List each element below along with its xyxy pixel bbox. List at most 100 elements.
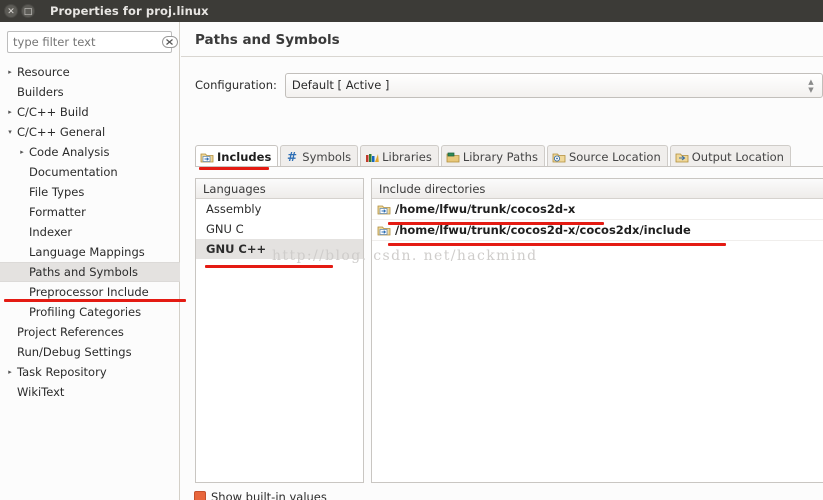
window-title: Properties for proj.linux [50, 4, 209, 18]
sidebar-item-label: Formatter [29, 205, 86, 219]
include-folder-icon [376, 202, 391, 217]
tab-underline [195, 166, 823, 167]
sidebar-item-label: Documentation [29, 165, 118, 179]
sidebar-item-code-analysis[interactable]: ▸ Code Analysis [0, 142, 180, 162]
sidebar-item-label: Project References [17, 325, 124, 339]
paths-symbols-tabs[interactable]: Includes # Symbols Libraries Library Paths So… [195, 144, 823, 167]
sidebar-item-language-mappings[interactable]: Language Mappings [0, 242, 180, 262]
tab-libraries[interactable]: Libraries [360, 145, 439, 167]
language-row[interactable]: GNU C++ [196, 239, 363, 259]
chevron-down-icon[interactable]: ▾ [4, 122, 16, 142]
tab-source-location[interactable]: Source Location [546, 145, 668, 167]
clear-icon[interactable] [161, 35, 179, 49]
sidebar-item-c-c-build[interactable]: ▸ C/C++ Build [0, 102, 180, 122]
tab-label: Source Location [568, 149, 661, 164]
maximize-icon[interactable]: □ [21, 4, 35, 18]
sidebar-item-label: WikiText [17, 385, 65, 399]
tab-label: Output Location [691, 149, 784, 164]
configuration-label: Configuration: [195, 78, 277, 92]
include-folder-icon [376, 223, 391, 238]
sidebar-item-label: Language Mappings [29, 245, 145, 259]
languages-table[interactable]: Languages Assembly GNU C GNU C++ [195, 178, 364, 483]
properties-dialog: ✕ □ Properties for proj.linux ▸ResourceB… [0, 0, 823, 500]
configuration-value: Default [ Active ] [291, 78, 390, 92]
include-directories-column-header: Include directories [372, 179, 823, 199]
includes-icon [200, 150, 214, 164]
sidebar-item-label: Task Repository [17, 365, 107, 379]
chevron-right-icon[interactable]: ▸ [4, 62, 16, 82]
language-label: GNU C++ [206, 242, 267, 256]
sidebar-item-label: Code Analysis [29, 145, 110, 159]
settings-sidebar: ▸ResourceBuilders▸C/C++ Build▾C/C++ Gene… [0, 22, 180, 500]
sidebar-item-label: Builders [17, 85, 64, 99]
languages-column-header: Languages [196, 179, 363, 199]
sidebar-item-file-types[interactable]: File Types [0, 182, 180, 202]
configuration-row: Configuration: Default [ Active ] ▲ ▼ [195, 72, 823, 98]
chevron-right-icon[interactable]: ▸ [4, 102, 16, 122]
sidebar-item-indexer[interactable]: Indexer [0, 222, 180, 242]
sidebar-item-project-references[interactable]: Project References [0, 322, 180, 342]
include-directories-table[interactable]: Include directories /home/lfwu/trunk/coc… [371, 178, 823, 483]
folder-output-icon [675, 150, 689, 164]
tab-output-location[interactable]: Output Location [669, 145, 791, 167]
show-builtin-values-checkbox[interactable]: Show built-in values [194, 490, 327, 500]
tab-label: Library Paths [462, 149, 538, 164]
language-label: Assembly [206, 202, 262, 216]
sidebar-item-label: Resource [17, 65, 70, 79]
chevron-up-icon[interactable]: ▲ [808, 78, 813, 86]
sidebar-item-paths-and-symbols[interactable]: Paths and Symbols [0, 262, 180, 282]
sidebar-item-task-repository[interactable]: ▸ Task Repository [0, 362, 180, 382]
include-directory-row[interactable]: /home/lfwu/trunk/cocos2d-x [372, 199, 823, 220]
sidebar-item-wikitext[interactable]: WikiText [0, 382, 180, 402]
chevron-right-icon[interactable]: ▸ [4, 362, 16, 382]
language-label: GNU C [206, 222, 244, 236]
sidebar-item-label: Run/Debug Settings [17, 345, 132, 359]
sidebar-item-label: C/C++ General [17, 125, 106, 139]
show-builtin-values-label: Show built-in values [211, 490, 327, 500]
tab-label: Includes [217, 149, 272, 164]
sidebar-item-formatter[interactable]: Formatter [0, 202, 180, 222]
sidebar-item-profiling-categories[interactable]: Profiling Categories [0, 302, 180, 322]
books-icon [365, 150, 379, 164]
checkbox-icon[interactable] [194, 491, 206, 500]
languages-rows[interactable]: Assembly GNU C GNU C++ [196, 199, 363, 259]
sidebar-item-label: Indexer [29, 225, 73, 239]
filter-textbox[interactable] [7, 31, 178, 53]
configuration-select[interactable]: Default [ Active ] ▲ ▼ [284, 72, 823, 98]
settings-content: Paths and Symbols Configuration: Default… [181, 22, 823, 500]
tab-label: Symbols [302, 149, 352, 164]
tab-label: Libraries [382, 149, 432, 164]
settings-tree[interactable]: ▸ Resource Builders ▸ C/C++ Build ▾ C/C++ Gene… [0, 60, 180, 500]
chevron-updown-icon[interactable]: ▲ ▼ [805, 76, 817, 97]
language-row[interactable]: GNU C [196, 219, 363, 239]
include-directory-path: /home/lfwu/trunk/cocos2d-x [395, 202, 576, 216]
sidebar-item-run-debug-settings[interactable]: Run/Debug Settings [0, 342, 180, 362]
sidebar-item-label: Profiling Categories [29, 305, 142, 319]
sidebar-item-label: Preprocessor Include [29, 285, 149, 299]
language-row[interactable]: Assembly [196, 199, 363, 219]
folder-green-icon [446, 150, 460, 164]
sidebar-item-c-c-general[interactable]: ▾ C/C++ General [0, 122, 180, 142]
sidebar-item-documentation[interactable]: Documentation [0, 162, 180, 182]
sidebar-item-resource[interactable]: ▸ Resource [0, 62, 180, 82]
tab-includes[interactable]: Includes [195, 145, 279, 167]
chevron-down-icon[interactable]: ▼ [808, 86, 813, 94]
header-divider [181, 56, 823, 57]
include-directory-row[interactable]: /home/lfwu/trunk/cocos2d-x/cocos2dx/incl… [372, 220, 823, 241]
hash-icon: # [285, 150, 299, 164]
page-title: Paths and Symbols [195, 32, 340, 48]
include-directory-path: /home/lfwu/trunk/cocos2d-x/cocos2dx/incl… [395, 223, 691, 237]
sidebar-item-builders[interactable]: Builders [0, 82, 180, 102]
chevron-right-icon[interactable]: ▸ [16, 142, 28, 162]
sidebar-item-preprocessor-include[interactable]: Preprocessor Include [0, 282, 180, 302]
svg-text:#: # [287, 150, 297, 164]
search-input[interactable] [8, 34, 161, 50]
window-titlebar: ✕ □ Properties for proj.linux [0, 0, 823, 22]
close-icon[interactable]: ✕ [4, 4, 18, 18]
include-directories-rows[interactable]: /home/lfwu/trunk/cocos2d-x/home/lfwu/tru… [372, 199, 823, 241]
sidebar-item-label: File Types [29, 185, 85, 199]
sidebar-item-label: C/C++ Build [17, 105, 89, 119]
tab-library-paths[interactable]: Library Paths [440, 145, 545, 167]
folder-source-icon [552, 150, 566, 164]
tab-symbols[interactable]: # Symbols [280, 145, 359, 167]
